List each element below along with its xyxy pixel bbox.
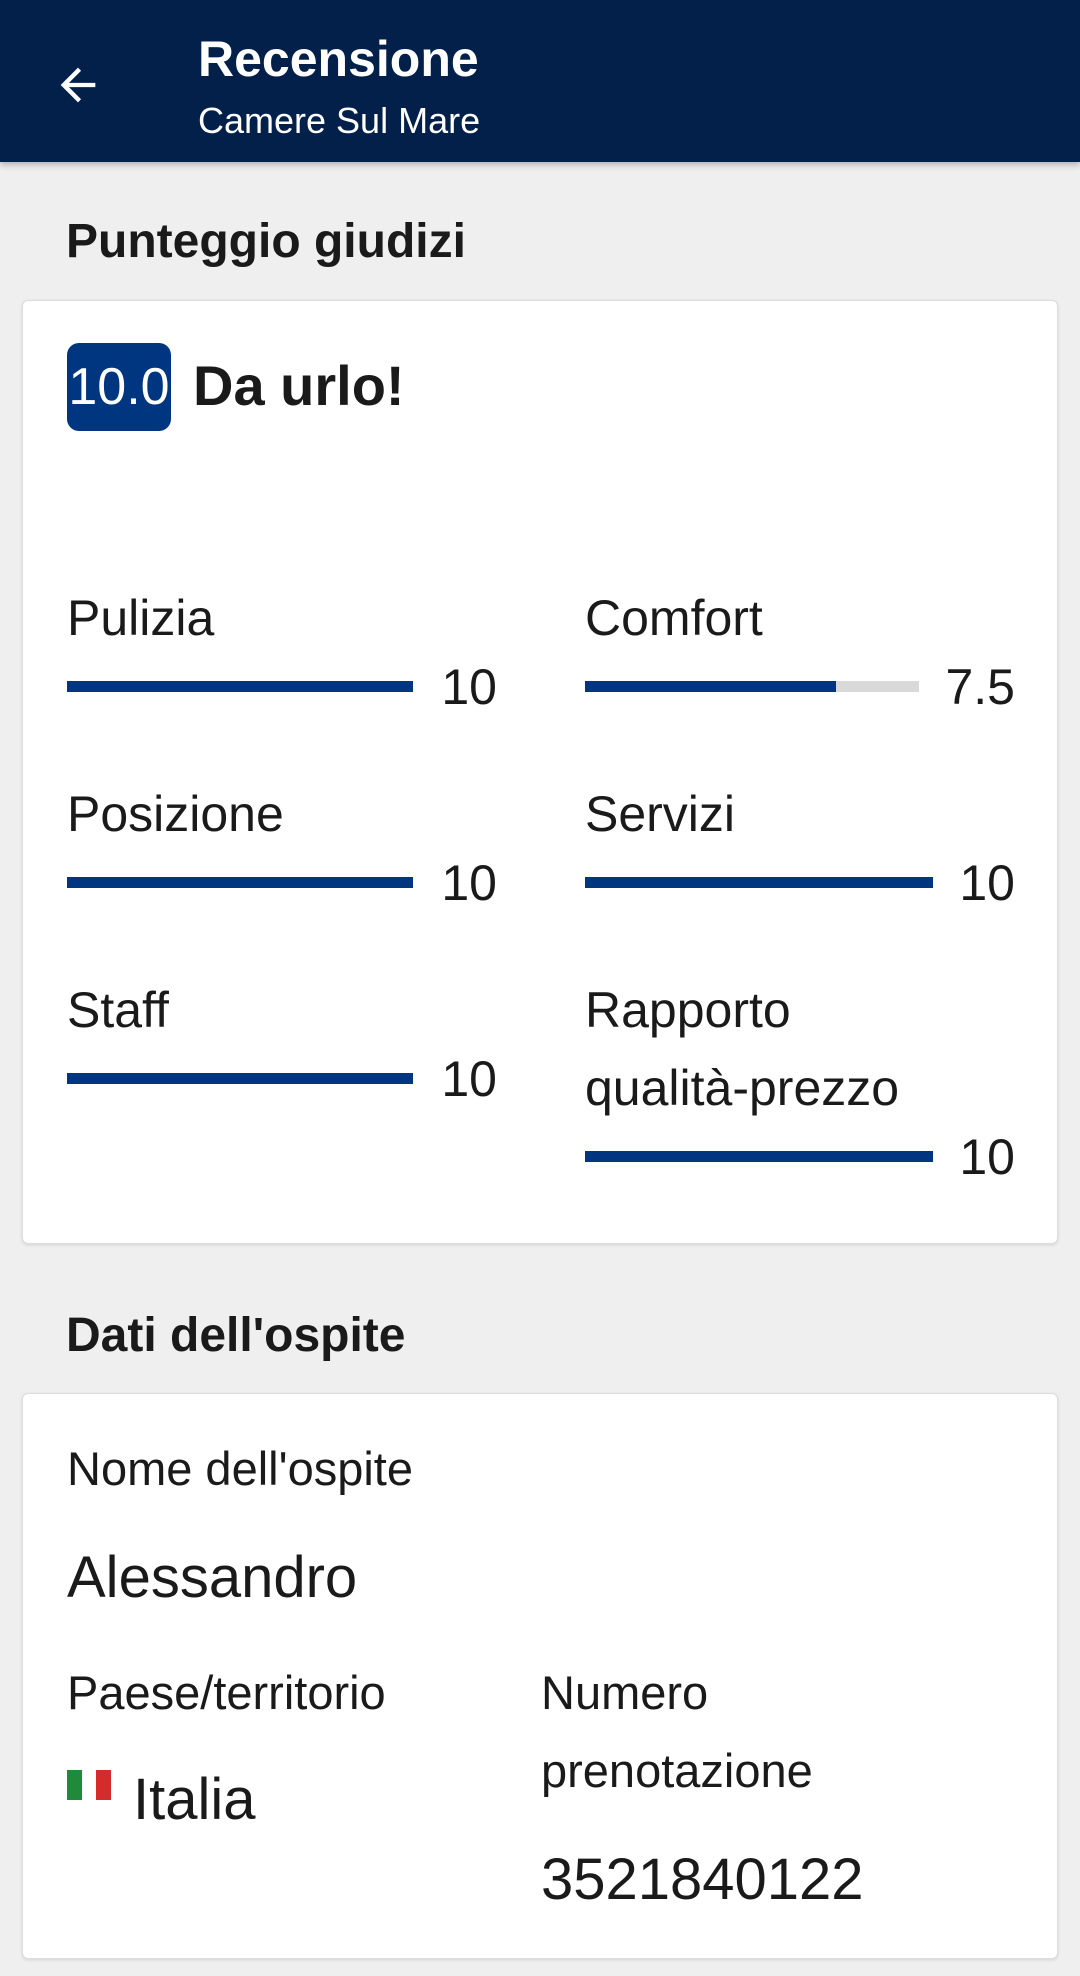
overall-score-label: Da urlo! (193, 354, 405, 417)
category-bar-fill (67, 681, 413, 692)
country-value: Italia (133, 1767, 256, 1832)
category-location: Posizione 10 (67, 775, 497, 913)
category-bar (585, 1151, 933, 1162)
back-button[interactable] (38, 50, 118, 120)
app-bar: Recensione Camere Sul Mare (0, 0, 1080, 162)
category-value: 10 (959, 855, 1015, 911)
overall-score: 10.0 (68, 358, 170, 416)
category-label: Posizione (67, 786, 284, 842)
category-bar-fill (67, 877, 413, 888)
category-staff: Staff 10 (67, 971, 497, 1109)
category-bar-fill (585, 877, 933, 888)
italy-flag-icon (67, 1770, 112, 1800)
category-value: 7.5 (945, 659, 1015, 715)
guest-heading: Dati dell'ospite (66, 1309, 406, 1362)
category-bar (585, 681, 919, 692)
category-label: Staff (67, 982, 169, 1038)
scores-heading: Punteggio giudizi (66, 215, 466, 268)
category-bar-fill (585, 681, 836, 692)
category-value: 10 (441, 855, 497, 911)
category-cleanliness: Pulizia 10 (67, 579, 497, 717)
guest-card: Nome dell'ospite Alessandro Paese/territ… (22, 1393, 1058, 1959)
category-label: Rapporto qualità-prezzo (585, 982, 900, 1116)
category-value: 10 (441, 659, 497, 715)
scores-card: 10.0 Da urlo! Pulizia 10 Comfort 7.5 Pos… (22, 300, 1058, 1244)
arrow-left-icon (60, 67, 96, 103)
category-bar-fill (585, 1151, 933, 1162)
category-comfort: Comfort 7.5 (585, 579, 1015, 717)
category-bar-fill (67, 1073, 413, 1084)
category-bar (585, 877, 933, 888)
category-bar (67, 1073, 413, 1084)
overall-score-badge: 10.0 (67, 343, 171, 431)
booking-number: 3521840122 (541, 1847, 864, 1912)
category-value-for-money: Rapporto qualità-prezzo 10 (585, 971, 1015, 1187)
category-facilities: Servizi 10 (585, 775, 1015, 913)
guest-name-label: Nome dell'ospite (67, 1442, 413, 1495)
guest-name: Alessandro (67, 1545, 358, 1610)
category-label: Pulizia (67, 590, 215, 646)
booking-number-label: Numero prenotazione (541, 1666, 813, 1797)
category-value: 10 (441, 1051, 497, 1107)
category-label: Servizi (585, 786, 736, 842)
category-bar (67, 877, 413, 888)
country-label: Paese/territorio (67, 1666, 386, 1719)
category-label: Comfort (585, 590, 763, 646)
category-bar (67, 681, 413, 692)
page-title: Recensione (198, 31, 479, 87)
category-value: 10 (959, 1129, 1015, 1185)
page-subtitle: Camere Sul Mare (198, 100, 481, 141)
